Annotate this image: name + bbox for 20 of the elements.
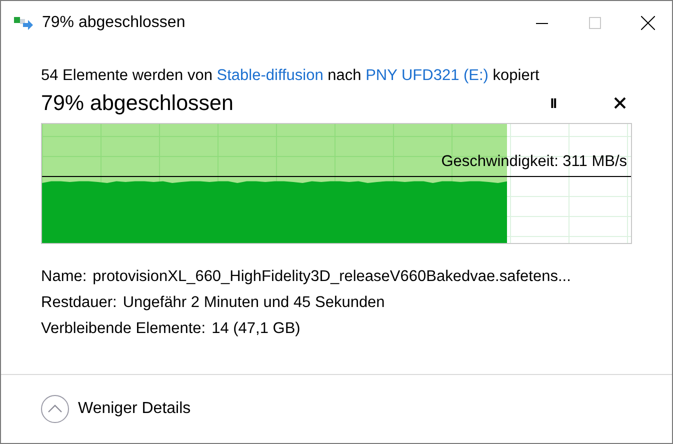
folder-link[interactable]: PNY UFD321 (E:) [366, 67, 488, 84]
close-icon [614, 97, 626, 109]
less-details-button[interactable]: Weniger Details [40, 394, 191, 424]
cancel-button[interactable] [612, 95, 628, 111]
detail-value: protovisionXL_660_HighFidelity3D_releaseV660Bakedvae.safetens... [92, 267, 571, 287]
detail-value: Ungefähr 2 Minuten und 45 Sekunden [122, 293, 385, 313]
detail-label: Verbleibende Elemente: [41, 319, 206, 339]
maximize-icon [589, 17, 601, 29]
copy-icon [14, 16, 34, 30]
progress-heading: 79% abgeschlossen [41, 90, 234, 116]
speed-label: Geschwindigkeit: 311 MB/s [441, 153, 627, 171]
pause-button[interactable]: II [546, 95, 560, 111]
window-title: 79% abgeschlossen [42, 14, 186, 32]
close-icon [641, 16, 655, 30]
detail-label: Restdauer: [41, 293, 117, 313]
copy-description: 54 Elemente werden von Stable-diffusion nach PNY UFD321 (E:) kopiert [41, 66, 540, 86]
chevron-up-icon [40, 394, 70, 424]
folder-link[interactable]: Stable-diffusion [216, 67, 324, 84]
detail-label: Name: [41, 267, 87, 287]
detail-value: 14 (47,1 GB) [212, 319, 300, 339]
